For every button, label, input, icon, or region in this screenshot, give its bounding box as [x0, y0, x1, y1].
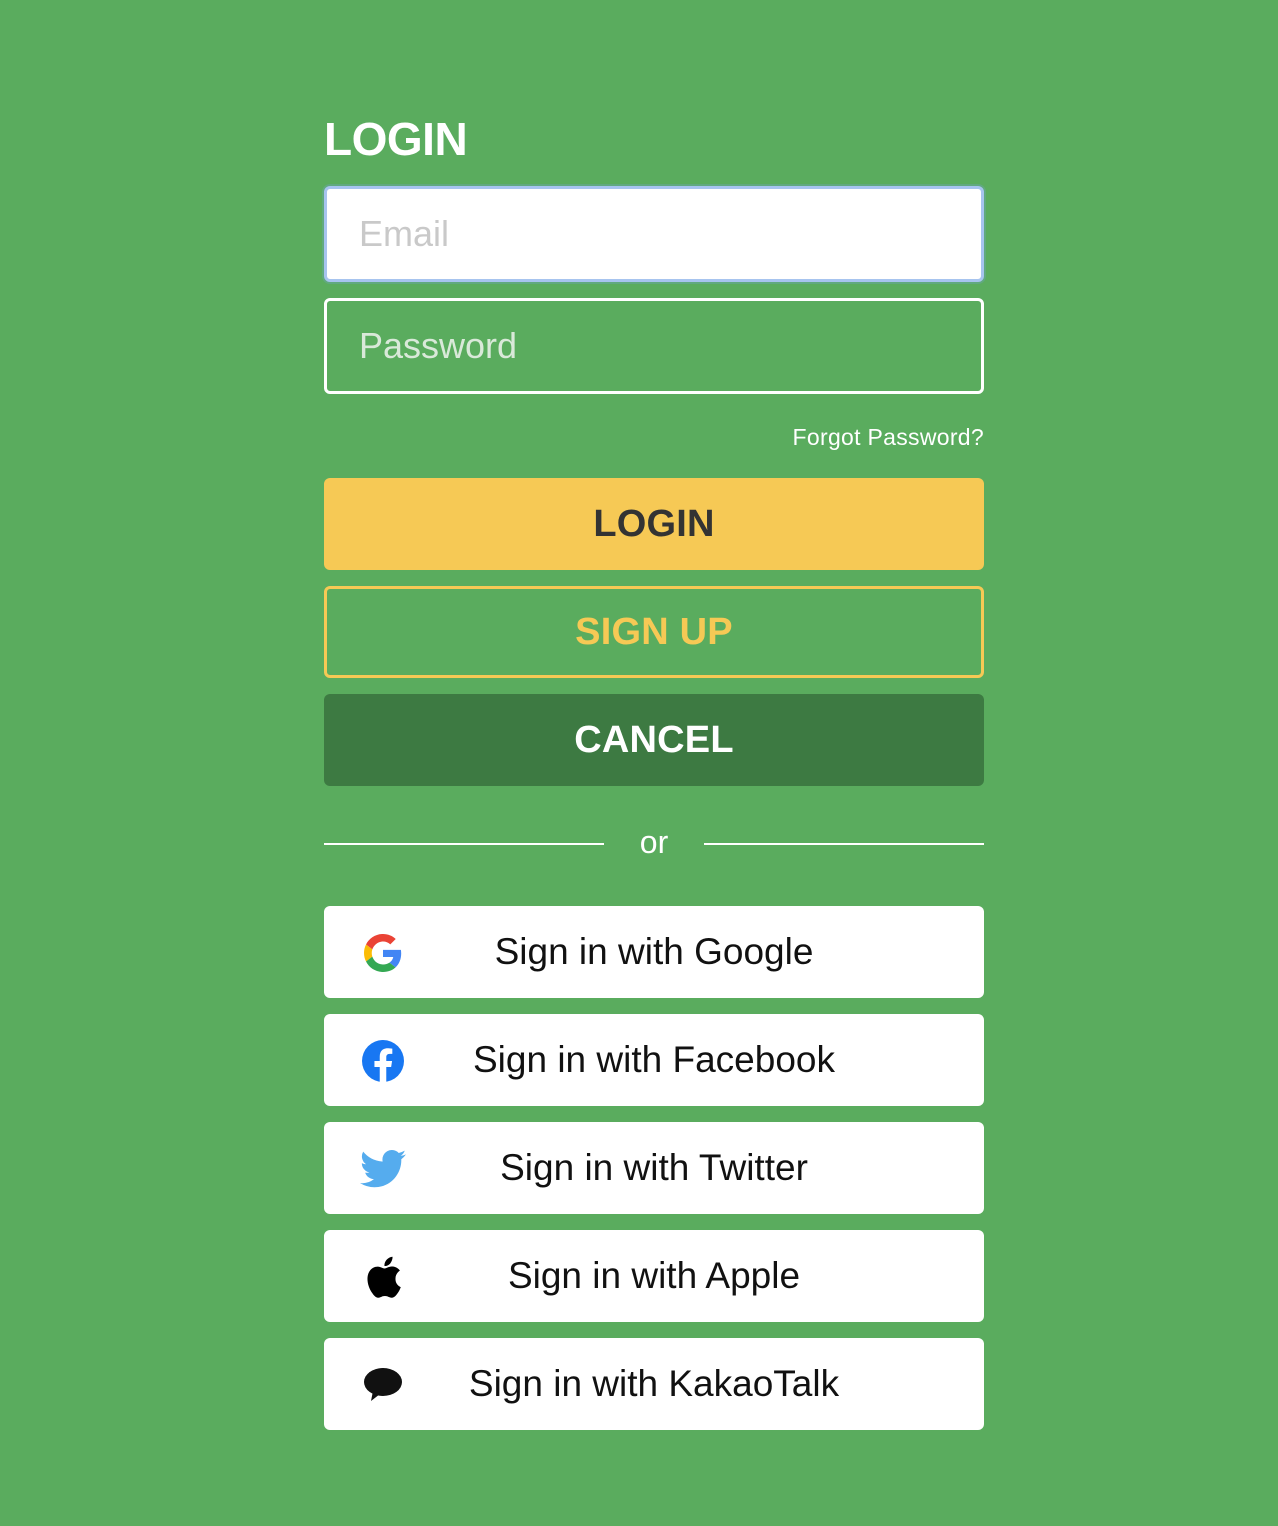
login-button[interactable]: LOGIN: [324, 478, 984, 570]
apple-signin-button[interactable]: Sign in with Apple: [324, 1230, 984, 1322]
twitter-icon: [360, 1146, 406, 1192]
or-divider: or: [324, 818, 984, 866]
google-signin-label: Sign in with Google: [494, 931, 814, 972]
twitter-signin-button[interactable]: Sign in with Twitter: [324, 1122, 984, 1214]
login-form: LOGIN Forgot Password? LOGIN SIGN UP CAN…: [324, 112, 984, 1446]
password-field[interactable]: [324, 298, 984, 394]
kakaotalk-icon: [360, 1362, 406, 1408]
google-signin-button[interactable]: Sign in with Google: [324, 906, 984, 998]
social-login-list: Sign in with Google Sign in with Faceboo…: [324, 906, 984, 1430]
apple-icon: [360, 1254, 406, 1300]
divider-text: or: [639, 823, 669, 860]
forgot-password-row: Forgot Password?: [324, 424, 984, 454]
cancel-button[interactable]: CANCEL: [324, 694, 984, 786]
twitter-signin-label: Sign in with Twitter: [500, 1147, 808, 1188]
email-field[interactable]: [324, 186, 984, 282]
facebook-signin-button[interactable]: Sign in with Facebook: [324, 1014, 984, 1106]
facebook-icon: [360, 1038, 406, 1084]
google-icon: [360, 930, 406, 976]
forgot-password-link[interactable]: Forgot Password?: [793, 424, 984, 450]
kakaotalk-signin-label: Sign in with KakaoTalk: [468, 1363, 840, 1404]
page-title: LOGIN: [324, 113, 468, 165]
apple-signin-label: Sign in with Apple: [507, 1255, 801, 1296]
facebook-signin-label: Sign in with Facebook: [473, 1039, 835, 1080]
kakaotalk-signin-button[interactable]: Sign in with KakaoTalk: [324, 1338, 984, 1430]
divider-line-right: [703, 843, 984, 845]
divider-line-left: [324, 843, 604, 845]
signup-button[interactable]: SIGN UP: [324, 586, 984, 678]
